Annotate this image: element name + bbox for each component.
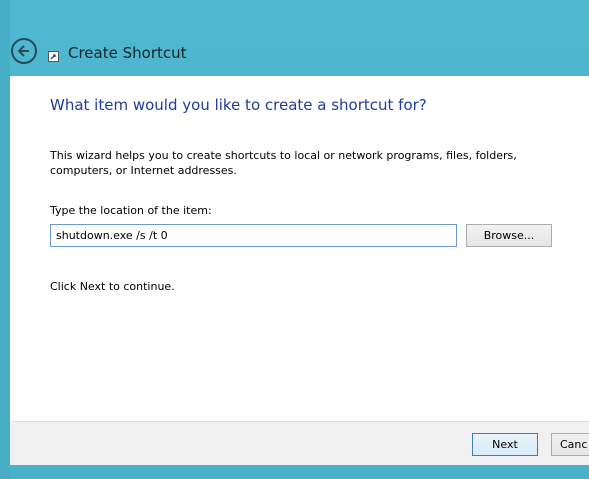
shortcut-icon (48, 51, 59, 62)
next-button[interactable]: Next (472, 433, 538, 456)
title-bar: Create Shortcut (10, 0, 589, 76)
cancel-button[interactable]: Canc (551, 433, 589, 456)
wizard-description: This wizard helps you to create shortcut… (50, 149, 517, 177)
back-arrow-icon (17, 45, 29, 57)
button-bar: Next Canc (10, 421, 589, 465)
wizard-window: Create Shortcut What item would you like… (0, 0, 589, 479)
window-border-bottom (10, 465, 589, 479)
continue-hint: Click Next to continue. (50, 280, 175, 293)
location-label: Type the location of the item: (50, 204, 212, 217)
location-input[interactable] (50, 224, 457, 247)
window-title: Create Shortcut (68, 44, 187, 62)
back-button[interactable] (11, 38, 37, 64)
wizard-content: What item would you like to create a sho… (10, 76, 589, 421)
window-border (0, 0, 10, 479)
wizard-heading: What item would you like to create a sho… (50, 96, 427, 114)
browse-button[interactable]: Browse... (466, 224, 552, 247)
